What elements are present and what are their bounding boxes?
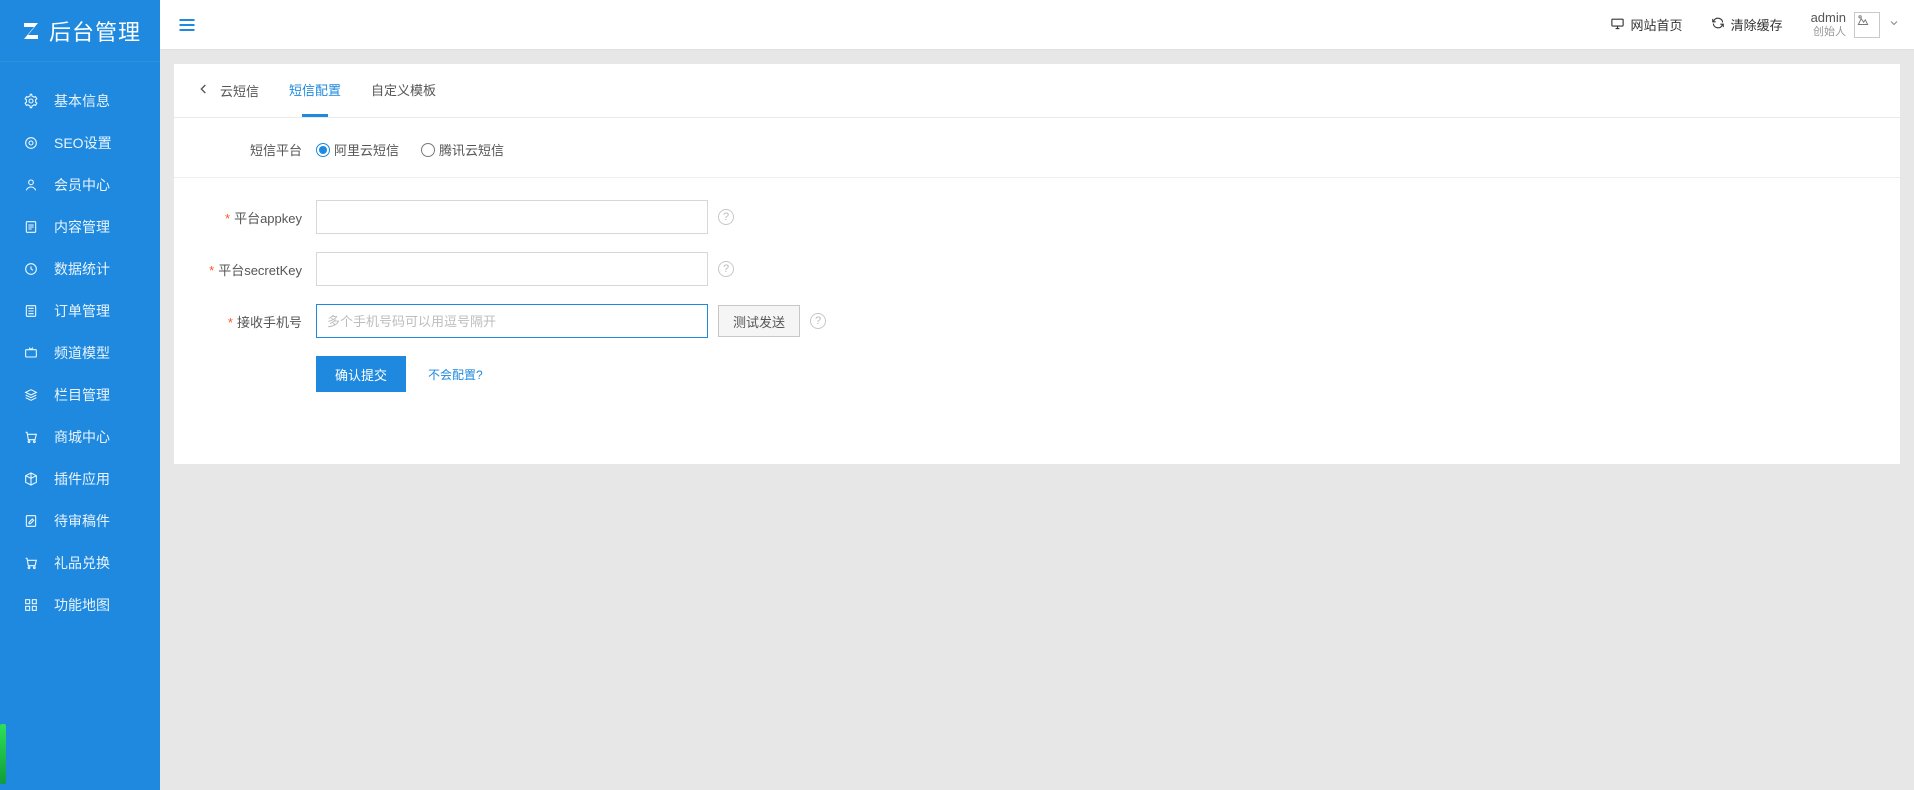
phone-input[interactable] xyxy=(316,304,708,338)
content: 云短信 短信配置 自定义模板 短信平台 阿里云短信 腾讯云短信 xyxy=(160,50,1914,790)
radio-aliyun-label: 阿里云短信 xyxy=(334,140,399,159)
cart-icon xyxy=(22,554,40,572)
radio-aliyun[interactable]: 阿里云短信 xyxy=(316,140,399,159)
sidebar-item-label: 订单管理 xyxy=(54,301,110,321)
submit-button[interactable]: 确认提交 xyxy=(316,356,406,392)
user-role: 创始人 xyxy=(1811,25,1846,40)
sidebar: 后台管理 基本信息 SEO设置 会员中心 内容管理 数据统计 订单管理 频道 xyxy=(0,0,160,790)
card: 云短信 短信配置 自定义模板 短信平台 阿里云短信 腾讯云短信 xyxy=(174,64,1900,464)
sidebar-item-label: 会员中心 xyxy=(54,175,110,195)
sidebar-item-label: 内容管理 xyxy=(54,217,110,237)
sidebar-indicator xyxy=(0,724,6,784)
user-name: admin xyxy=(1811,10,1846,25)
divider xyxy=(174,177,1900,178)
top-clear-cache[interactable]: 清除缓存 xyxy=(1711,15,1783,34)
row-phone: *接收手机号 测试发送 ? xyxy=(196,304,1878,338)
radio-icon xyxy=(421,143,435,157)
sidebar-item-label: 功能地图 xyxy=(54,595,110,615)
tab-custom-template[interactable]: 自定义模板 xyxy=(371,80,436,101)
form: 短信平台 阿里云短信 腾讯云短信 *平台appkey ? xyxy=(174,118,1900,440)
sidebar-item-label: 礼品兑换 xyxy=(54,553,110,573)
help-icon[interactable]: ? xyxy=(718,209,734,225)
brand-logo-icon xyxy=(19,18,45,44)
sidebar-item-stats[interactable]: 数据统计 xyxy=(0,248,160,290)
sidebar-item-basic-info[interactable]: 基本信息 xyxy=(0,80,160,122)
top-cache-label: 清除缓存 xyxy=(1731,15,1783,34)
secret-input[interactable] xyxy=(316,252,708,286)
help-icon[interactable]: ? xyxy=(810,313,826,329)
cart-icon xyxy=(22,428,40,446)
sidebar-item-channel[interactable]: 频道模型 xyxy=(0,332,160,374)
user-menu[interactable]: admin 创始人 xyxy=(1811,10,1900,40)
sidebar-nav: 基本信息 SEO设置 会员中心 内容管理 数据统计 订单管理 频道模型 栏目管 xyxy=(0,62,160,626)
sidebar-item-mall[interactable]: 商城中心 xyxy=(0,416,160,458)
top-home-label: 网站首页 xyxy=(1631,15,1683,34)
sidebar-item-label: 插件应用 xyxy=(54,469,110,489)
sidebar-item-label: 频道模型 xyxy=(54,343,110,363)
radio-tencent-label: 腾讯云短信 xyxy=(439,140,504,159)
sidebar-item-orders[interactable]: 订单管理 xyxy=(0,290,160,332)
sidebar-item-label: 栏目管理 xyxy=(54,385,110,405)
tv-icon xyxy=(22,344,40,362)
gear-icon xyxy=(22,92,40,110)
sidebar-item-seo[interactable]: SEO设置 xyxy=(0,122,160,164)
target-icon xyxy=(22,134,40,152)
user-icon xyxy=(22,176,40,194)
appkey-label: *平台appkey xyxy=(196,208,316,227)
brand-text: 后台管理 xyxy=(49,15,141,47)
layers-icon xyxy=(22,386,40,404)
row-platform: 短信平台 阿里云短信 腾讯云短信 xyxy=(196,140,1878,159)
help-icon[interactable]: ? xyxy=(718,261,734,277)
back-label: 云短信 xyxy=(220,81,259,100)
top-actions: 网站首页 清除缓存 admin 创始人 xyxy=(1610,10,1900,40)
radio-tencent[interactable]: 腾讯云短信 xyxy=(421,140,504,159)
tab-sms-config[interactable]: 短信配置 xyxy=(289,80,341,101)
grid-icon xyxy=(22,596,40,614)
row-appkey: *平台appkey ? xyxy=(196,200,1878,234)
test-send-button[interactable]: 测试发送 xyxy=(718,305,800,337)
secret-label: *平台secretKey xyxy=(196,260,316,279)
sidebar-item-label: 数据统计 xyxy=(54,259,110,279)
sidebar-item-label: 商城中心 xyxy=(54,427,110,447)
sidebar-item-label: SEO设置 xyxy=(54,133,112,153)
chevron-down-icon xyxy=(1888,17,1900,32)
sidebar-item-label: 基本信息 xyxy=(54,91,110,111)
row-submit: 确认提交 不会配置? xyxy=(196,356,1878,392)
radio-icon xyxy=(316,143,330,157)
edit-document-icon xyxy=(22,512,40,530)
brand[interactable]: 后台管理 xyxy=(0,0,160,62)
clock-icon xyxy=(22,260,40,278)
sidebar-item-column[interactable]: 栏目管理 xyxy=(0,374,160,416)
sidebar-item-sitemap[interactable]: 功能地图 xyxy=(0,584,160,626)
arrow-left-icon xyxy=(196,81,212,100)
sidebar-item-member[interactable]: 会员中心 xyxy=(0,164,160,206)
help-config-link[interactable]: 不会配置? xyxy=(428,366,483,383)
phone-label: *接收手机号 xyxy=(196,312,316,331)
topbar: 网站首页 清除缓存 admin 创始人 xyxy=(160,0,1914,50)
row-secret: *平台secretKey ? xyxy=(196,252,1878,286)
sidebar-item-label: 待审稿件 xyxy=(54,511,110,531)
refresh-icon xyxy=(1711,16,1725,33)
document-icon xyxy=(22,218,40,236)
platform-radio-group: 阿里云短信 腾讯云短信 xyxy=(316,140,504,159)
top-home-link[interactable]: 网站首页 xyxy=(1610,15,1683,34)
back-link[interactable]: 云短信 xyxy=(196,81,259,100)
cube-icon xyxy=(22,470,40,488)
hamburger-icon[interactable] xyxy=(176,15,198,35)
tabs: 云短信 短信配置 自定义模板 xyxy=(174,64,1900,118)
sidebar-item-pending[interactable]: 待审稿件 xyxy=(0,500,160,542)
avatar xyxy=(1854,12,1880,38)
monitor-icon xyxy=(1610,16,1625,34)
sidebar-item-gift[interactable]: 礼品兑换 xyxy=(0,542,160,584)
sidebar-item-plugin[interactable]: 插件应用 xyxy=(0,458,160,500)
appkey-input[interactable] xyxy=(316,200,708,234)
list-icon xyxy=(22,302,40,320)
sidebar-item-content[interactable]: 内容管理 xyxy=(0,206,160,248)
platform-label: 短信平台 xyxy=(196,140,316,159)
